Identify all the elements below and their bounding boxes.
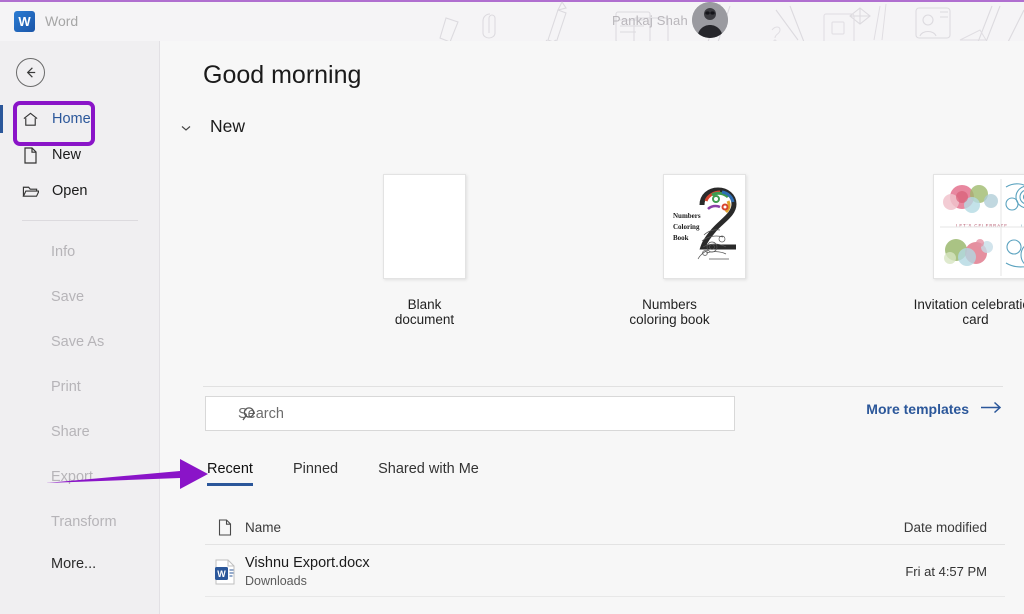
file-list-tabs: Recent Pinned Shared with Me (207, 461, 479, 486)
start-screen-main: Good morning New Blank document Numbers … (160, 41, 1024, 614)
search-input[interactable] (238, 405, 658, 422)
word-start-screen: W Word Pankaj Shah Home New Open Info Sa… (0, 0, 1024, 614)
tab-label: Recent (207, 461, 253, 477)
home-icon (22, 111, 39, 128)
app-name-label: Word (45, 13, 79, 29)
sidebar-item-print[interactable]: Print (0, 364, 160, 409)
tab-shared-with-me[interactable]: Shared with Me (378, 461, 479, 486)
svg-text:W: W (217, 569, 226, 579)
file-location: Downloads (245, 574, 307, 588)
sidebar-item-export[interactable]: Export (0, 454, 160, 499)
file-list-header: Name Date modified (205, 511, 1005, 545)
tab-label: Pinned (292, 461, 339, 477)
back-button[interactable] (16, 58, 45, 87)
tab-label: Shared with Me (378, 461, 479, 477)
left-navigation-sidebar: Home New Open Info Save Save As Print Sh… (0, 41, 160, 614)
arrow-right-icon (980, 401, 1002, 417)
page-title: Good morning (203, 61, 362, 89)
document-icon (205, 519, 245, 536)
chevron-down-icon (180, 121, 192, 133)
search-icon (242, 406, 259, 428)
sidebar-item-new[interactable]: New (0, 137, 160, 173)
sidebar-item-label: Info (51, 243, 76, 260)
sidebar-item-label: Save (51, 288, 85, 305)
section-title: New (210, 116, 246, 136)
sidebar-item-open[interactable]: Open (0, 173, 160, 209)
new-section-header[interactable]: New (180, 116, 245, 137)
word-logo-icon: W (14, 10, 35, 32)
sidebar-item-save[interactable]: Save (0, 274, 160, 319)
account-name-label[interactable]: Pankaj Shah (612, 13, 688, 28)
open-folder-icon (22, 183, 39, 200)
avatar[interactable] (692, 2, 728, 38)
template-label: Invitation celebration card (913, 297, 1024, 327)
svg-text:Numbers: Numbers (673, 212, 701, 220)
sidebar-item-label: More... (51, 556, 97, 572)
sidebar-item-label: Share (51, 423, 90, 440)
sidebar-item-label: Home (52, 111, 91, 127)
sidebar-item-label: Open (52, 183, 88, 199)
tab-recent[interactable]: Recent (207, 461, 253, 486)
active-accent-bar (0, 105, 3, 133)
template-gallery: Blank document Numbers Coloring Book Num… (203, 174, 1024, 354)
nav-list: Home New Open Info Save Save As Print Sh… (0, 101, 160, 584)
search-box[interactable] (205, 396, 735, 431)
template-thumbnail (383, 174, 466, 279)
sidebar-item-label: New (52, 147, 82, 163)
sidebar-item-share[interactable]: Share (0, 409, 160, 454)
template-thumbnail: Numbers Coloring Book (663, 174, 746, 279)
sidebar-item-info[interactable]: Info (0, 229, 160, 274)
template-numbers-coloring-book[interactable]: Numbers Coloring Book Numbers coloring b… (629, 174, 746, 327)
column-header-name[interactable]: Name (245, 520, 281, 535)
word-file-icon: W (205, 559, 245, 585)
svg-text:Book: Book (673, 234, 689, 242)
title-bar: W Word Pankaj Shah (0, 0, 1024, 41)
sidebar-item-label: Save As (51, 333, 105, 350)
column-header-date-modified[interactable]: Date modified (904, 520, 987, 535)
more-templates-label: More templates (866, 401, 969, 417)
template-blank-document[interactable]: Blank document (383, 174, 466, 327)
tab-pinned[interactable]: Pinned (293, 461, 338, 486)
sidebar-divider (22, 220, 138, 221)
section-divider (203, 386, 1003, 387)
template-invitation-celebration-card[interactable]: LET'S CELEBRATE LET'S CELEBRATE (914, 174, 1024, 327)
sidebar-item-label: Transform (51, 513, 117, 530)
file-meta: Vishnu Export.docx Downloads (245, 555, 370, 588)
app-brand: W Word (14, 9, 78, 33)
svg-text:Coloring: Coloring (673, 223, 700, 231)
template-thumbnail: LET'S CELEBRATE LET'S CELEBRATE (933, 174, 1024, 279)
file-name: Vishnu Export.docx (245, 555, 370, 571)
sidebar-item-label: Export (51, 468, 93, 485)
file-date-modified: Fri at 4:57 PM (905, 564, 987, 579)
sidebar-item-save-as[interactable]: Save As (0, 319, 160, 364)
new-document-icon (22, 146, 39, 164)
sidebar-item-home[interactable]: Home (0, 101, 160, 137)
sidebar-item-more[interactable]: More... (0, 544, 160, 584)
more-templates-link[interactable]: More templates (866, 401, 1002, 417)
sidebar-item-transform[interactable]: Transform (0, 499, 160, 544)
template-label: Numbers coloring book (629, 297, 710, 327)
sidebar-item-label: Print (51, 378, 81, 395)
template-label: Blank document (394, 297, 455, 327)
table-row[interactable]: W Vishnu Export.docx Downloads Fri at 4:… (205, 547, 1005, 597)
